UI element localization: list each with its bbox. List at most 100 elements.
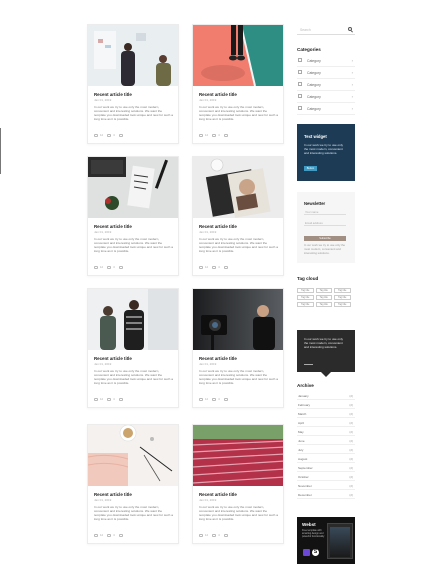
comment-icon[interactable] — [107, 133, 112, 137]
article-card[interactable]: Recent article title Jan 01, 2019 In our… — [192, 424, 284, 544]
article-card[interactable]: Recent article title Jan 01, 2019 In our… — [192, 156, 284, 276]
promo-banner[interactable]: Webst Free template with amazing design … — [297, 517, 355, 564]
article-image-stadium[interactable] — [193, 425, 283, 486]
archive-item[interactable]: November (2) — [297, 481, 355, 490]
search-box[interactable]: Search — [297, 25, 355, 35]
category-item[interactable]: Category › — [297, 79, 355, 91]
article-card[interactable]: Recent article title Jan 01, 2019 In our… — [192, 24, 284, 144]
left-edge-rule — [0, 128, 1, 174]
tag[interactable]: Tag title — [315, 295, 332, 300]
heart-icon[interactable] — [199, 397, 203, 401]
article-title[interactable]: Recent article title — [94, 492, 132, 497]
tag[interactable]: Tag title — [297, 295, 314, 300]
subscribe-button[interactable]: Subscribe — [304, 236, 346, 241]
article-card[interactable]: Recent article title Jan 01, 2019 In our… — [87, 156, 179, 276]
archive-item[interactable]: September (2) — [297, 463, 355, 472]
article-date: Jan 01, 2019 — [94, 498, 112, 502]
comment-icon[interactable] — [212, 265, 217, 269]
category-item[interactable]: Category › — [297, 67, 355, 79]
share-icon[interactable] — [223, 133, 228, 137]
category-item[interactable]: Category › — [297, 103, 355, 115]
heart-icon[interactable] — [94, 265, 98, 269]
archive-item[interactable]: May (2) — [297, 427, 355, 436]
tag[interactable]: Tag title — [315, 302, 332, 307]
comment-icon[interactable] — [212, 397, 217, 401]
comment-icon[interactable] — [212, 533, 217, 537]
article-title[interactable]: Recent article title — [94, 224, 132, 229]
comments-count: 4 — [113, 533, 115, 537]
checkbox-icon[interactable] — [298, 106, 302, 110]
search-icon[interactable] — [348, 27, 352, 31]
archive-item[interactable]: March (2) — [297, 409, 355, 418]
article-title[interactable]: Recent article title — [199, 92, 237, 97]
archive-item[interactable]: April (2) — [297, 418, 355, 427]
checkbox-icon[interactable] — [298, 70, 302, 74]
article-card[interactable]: Recent article title Jan 01, 2019 In our… — [87, 288, 179, 408]
share-icon[interactable] — [223, 533, 228, 537]
checkbox-icon[interactable] — [298, 58, 302, 62]
archive-item[interactable]: February (2) — [297, 400, 355, 409]
text-widget-button[interactable]: Button — [304, 166, 317, 171]
article-excerpt: In our work we try to use only the most … — [199, 369, 278, 386]
checkbox-icon[interactable] — [298, 94, 302, 98]
quote-widget: In our work we try to use only the most … — [297, 330, 355, 377]
s-logo-icon: S — [312, 549, 319, 556]
heart-icon[interactable] — [94, 533, 98, 537]
article-image-workspace[interactable] — [88, 425, 178, 486]
category-label: Category — [307, 70, 321, 75]
email-field[interactable]: Email address — [304, 220, 346, 226]
comments-count: 4 — [113, 397, 115, 401]
share-icon[interactable] — [118, 397, 123, 401]
tag[interactable]: Tag title — [334, 302, 351, 307]
archive-item[interactable]: January (2) — [297, 391, 355, 400]
article-image-office[interactable] — [88, 25, 178, 86]
share-icon[interactable] — [223, 397, 228, 401]
archive-item[interactable]: July (2) — [297, 445, 355, 454]
article-card[interactable]: Recent article title Jan 01, 2019 In our… — [192, 288, 284, 408]
share-icon[interactable] — [223, 265, 228, 269]
tag[interactable]: Tag title — [297, 302, 314, 307]
heart-icon[interactable] — [94, 133, 98, 137]
heart-icon[interactable] — [199, 533, 203, 537]
share-icon[interactable] — [118, 133, 123, 137]
article-image-magazine[interactable] — [193, 157, 283, 218]
category-label: Category — [307, 82, 321, 87]
category-item[interactable]: Category › — [297, 91, 355, 103]
comment-icon[interactable] — [107, 265, 112, 269]
heart-icon[interactable] — [199, 133, 203, 137]
article-title[interactable]: Recent article title — [94, 356, 132, 361]
article-image-desk[interactable] — [88, 157, 178, 218]
heart-icon[interactable] — [199, 265, 203, 269]
archive-item[interactable]: June (2) — [297, 436, 355, 445]
archive-item[interactable]: December (2) — [297, 490, 355, 499]
comment-icon[interactable] — [107, 397, 112, 401]
tag[interactable]: Tag title — [334, 295, 351, 300]
article-title[interactable]: Recent article title — [199, 356, 237, 361]
article-title[interactable]: Recent article title — [94, 92, 132, 97]
comment-icon[interactable] — [212, 133, 217, 137]
archive-item[interactable]: August (2) — [297, 454, 355, 463]
search-input[interactable]: Search — [300, 28, 311, 32]
article-title[interactable]: Recent article title — [199, 224, 237, 229]
checkbox-icon[interactable] — [298, 82, 302, 86]
archive-item[interactable]: October (2) — [297, 472, 355, 481]
article-image-meeting[interactable] — [88, 289, 178, 350]
tag[interactable]: Tag title — [334, 288, 351, 293]
tag[interactable]: Tag title — [315, 288, 332, 293]
heart-icon[interactable] — [94, 397, 98, 401]
tag[interactable]: Tag title — [297, 288, 314, 293]
article-card[interactable]: Recent article title Jan 01, 2019 In our… — [87, 24, 179, 144]
category-item[interactable]: Category › — [297, 55, 355, 67]
share-icon[interactable] — [118, 265, 123, 269]
article-card[interactable]: Recent article title Jan 01, 2019 In our… — [87, 424, 179, 544]
archive-count: (2) — [349, 411, 353, 416]
article-image-camera[interactable] — [193, 289, 283, 350]
brand-logo-icon — [303, 549, 310, 556]
share-icon[interactable] — [118, 533, 123, 537]
article-date: Jan 01, 2019 — [94, 98, 112, 102]
comment-icon[interactable] — [107, 533, 112, 537]
article-title[interactable]: Recent article title — [199, 492, 237, 497]
article-image-court[interactable] — [193, 25, 283, 86]
name-field[interactable]: Your name — [304, 209, 346, 215]
newsletter-widget: Newsletter Your name Email address Subsc… — [297, 192, 355, 263]
